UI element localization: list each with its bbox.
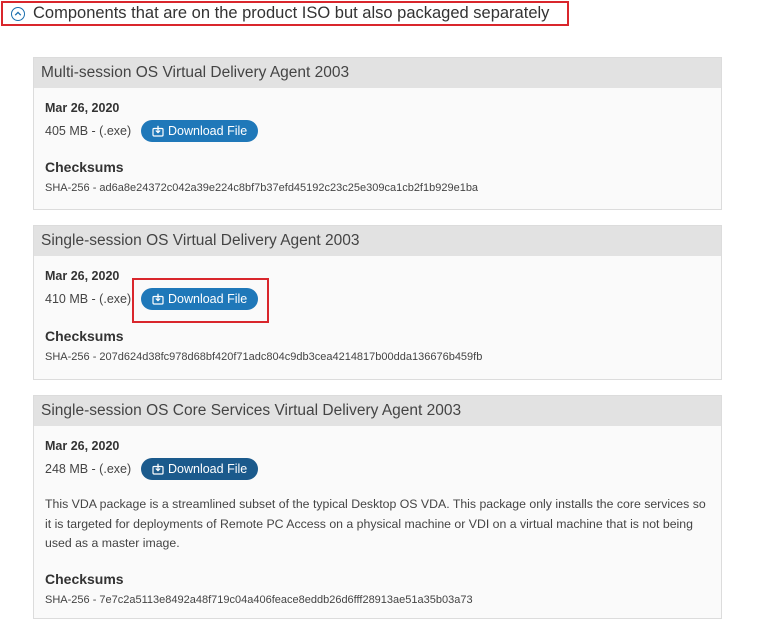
- package-description: This VDA package is a streamlined subset…: [45, 497, 706, 550]
- section-title: Components that are on the product ISO b…: [33, 4, 550, 22]
- section-header[interactable]: Components that are on the product ISO b…: [1, 1, 569, 26]
- download-file-label: Download File: [168, 462, 248, 476]
- file-size: 248 MB - (.exe): [45, 462, 132, 476]
- checksum-value: SHA-256 - 207d624d38fc978d68bf420f71adc8…: [45, 351, 483, 363]
- release-date: Mar 26, 2020: [45, 439, 120, 453]
- card-title: Multi-session OS Virtual Delivery Agent …: [34, 58, 721, 88]
- chevron-up-circle-icon[interactable]: [11, 6, 25, 21]
- download-card: Single-session OS Core Services Virtual …: [33, 395, 722, 619]
- download-icon: [152, 463, 164, 475]
- highlight-box: [132, 278, 269, 323]
- checksum-value: SHA-256 - 7e7c2a5113e8492a48f719c04a406f…: [45, 593, 473, 606]
- download-card: Multi-session OS Virtual Delivery Agent …: [33, 57, 722, 210]
- checksums-heading: Checksums: [45, 570, 124, 587]
- file-size: 405 MB - (.exe): [45, 124, 132, 138]
- card-title: Single-session OS Core Services Virtual …: [34, 396, 721, 426]
- download-file-button[interactable]: Download File: [141, 458, 259, 480]
- release-date: Mar 26, 2020: [45, 101, 120, 115]
- download-icon: [152, 125, 164, 137]
- download-file-label: Download File: [168, 124, 248, 138]
- checksum-value: SHA-256 - ad6a8e24372c042a39e224c8bf7b37…: [45, 182, 479, 194]
- checksums-heading: Checksums: [45, 328, 124, 344]
- download-file-button[interactable]: Download File: [141, 120, 259, 142]
- checksums-heading: Checksums: [45, 159, 124, 175]
- card-title: Single-session OS Virtual Delivery Agent…: [34, 226, 721, 256]
- file-size: 410 MB - (.exe): [45, 292, 132, 306]
